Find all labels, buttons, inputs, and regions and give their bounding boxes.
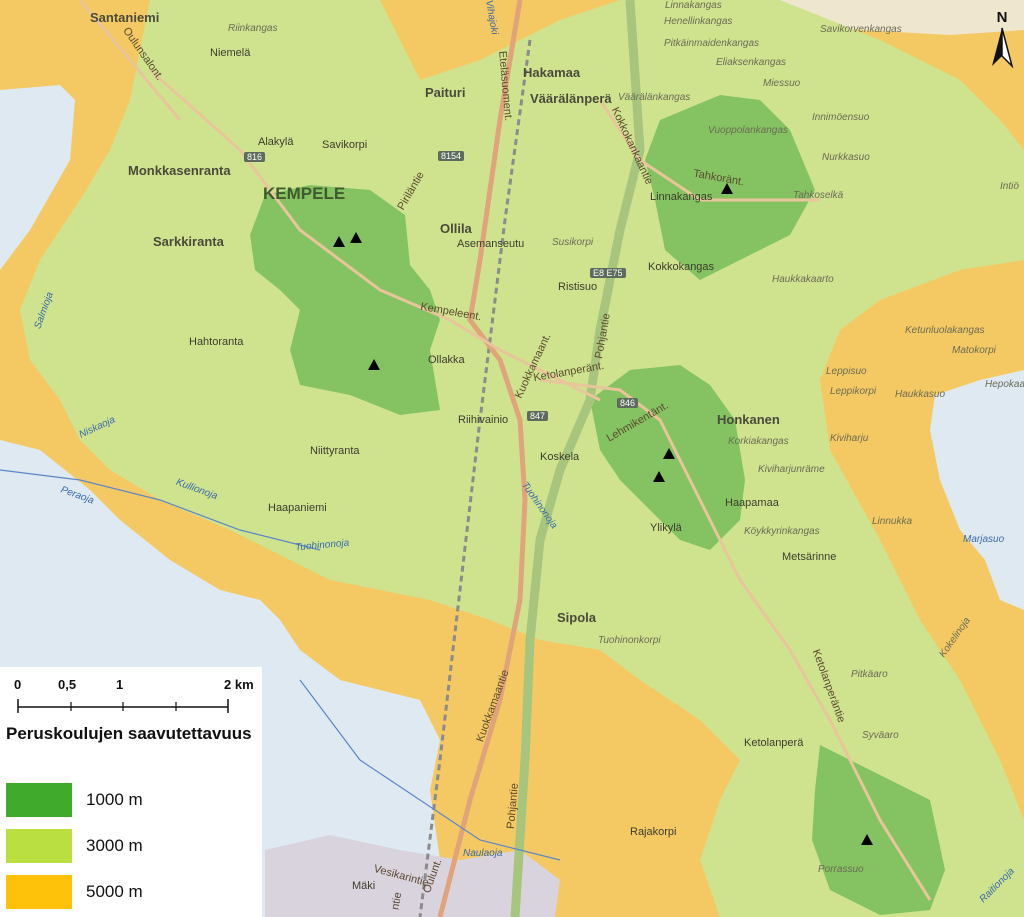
legend-label-5000m: 5000 m bbox=[86, 882, 143, 901]
legend-label-1000m: 1000 m bbox=[86, 790, 143, 809]
map-legend: 0 0,5 1 2 km Peruskoulujen saavutettavuu… bbox=[0, 667, 262, 917]
legend-label-3000m: 3000 m bbox=[86, 836, 143, 855]
scale-tick-1: 1 bbox=[116, 677, 124, 692]
scale-tick-0-5: 0,5 bbox=[58, 677, 77, 692]
scale-tick-2km: 2 km bbox=[224, 677, 254, 692]
north-label: N bbox=[997, 9, 1008, 26]
legend-title: Peruskoulujen saavutettavuus bbox=[6, 724, 252, 743]
legend-swatch-1000m bbox=[6, 783, 72, 817]
scale-tick-0: 0 bbox=[14, 677, 22, 692]
legend-swatch-3000m bbox=[6, 829, 72, 863]
north-arrow-icon: N bbox=[992, 9, 1014, 69]
scale-bar bbox=[17, 699, 229, 713]
legend-swatch-5000m bbox=[6, 875, 72, 909]
